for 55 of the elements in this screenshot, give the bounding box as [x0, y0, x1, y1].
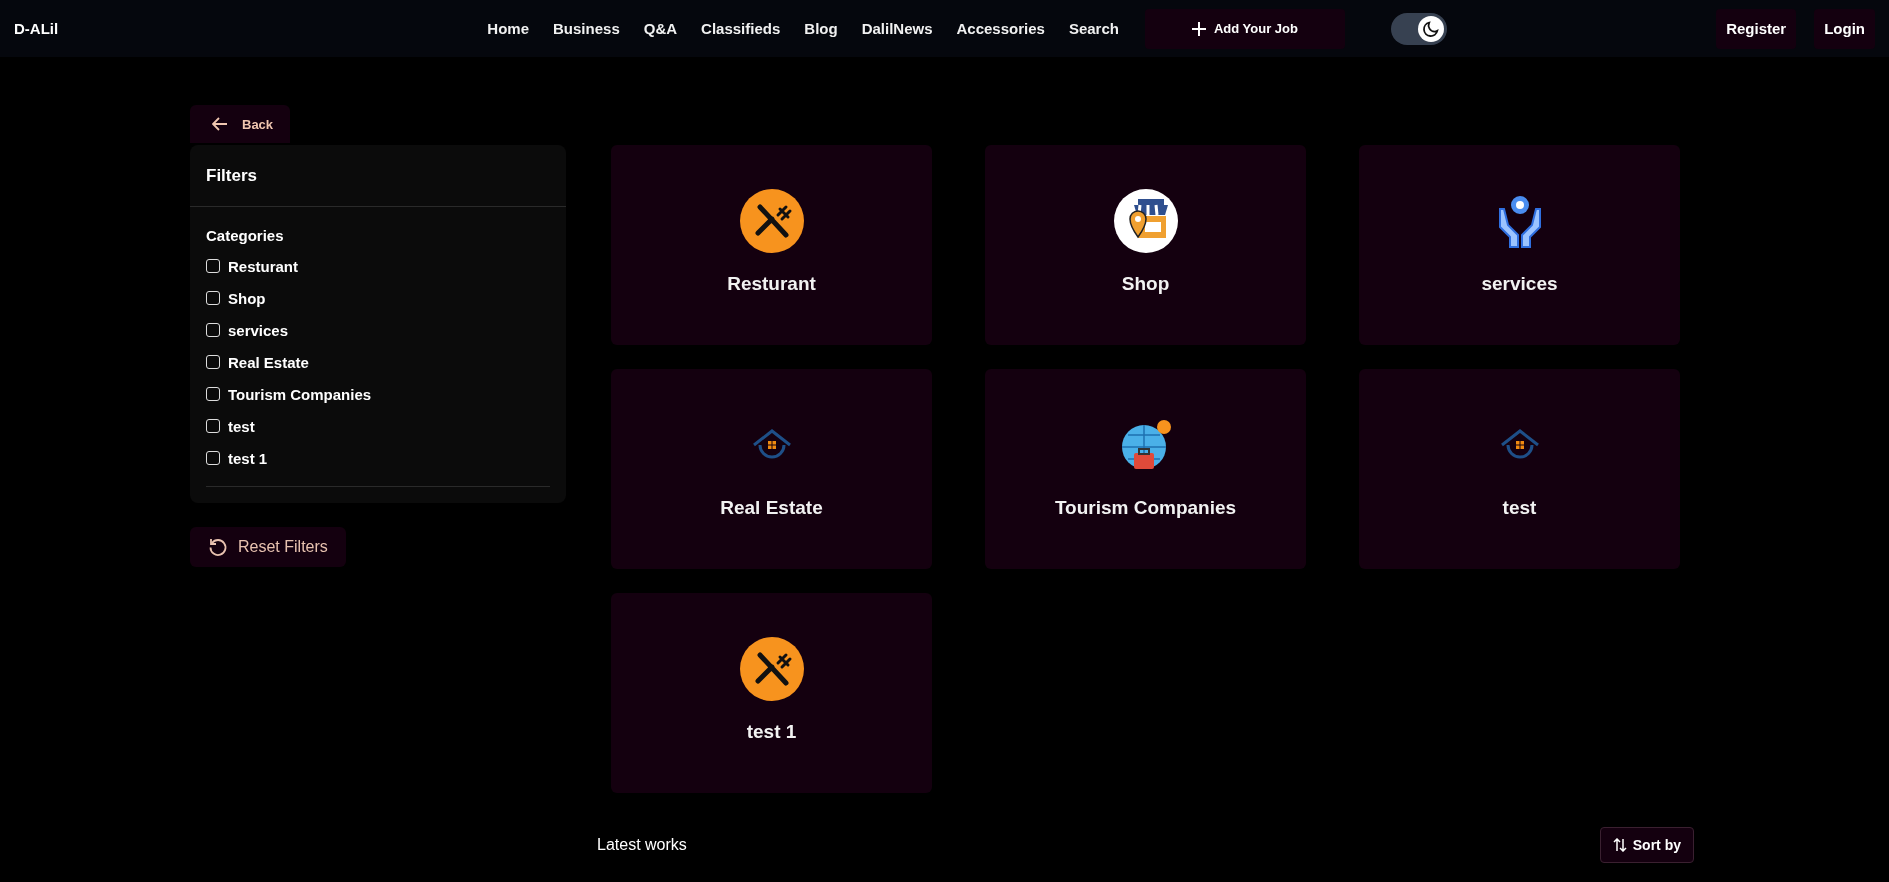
checkbox[interactable] — [206, 419, 220, 433]
reset-filters-button[interactable]: Reset Filters — [190, 527, 346, 567]
nav-link[interactable]: Accessories — [956, 20, 1045, 37]
checkbox[interactable] — [206, 259, 220, 273]
checkbox-label[interactable]: services — [228, 321, 289, 339]
card-label: Real Estate — [720, 497, 823, 519]
auth-button[interactable]: Register — [1716, 8, 1797, 49]
nav-link[interactable]: Classifieds — [701, 20, 781, 37]
checkbox-label[interactable]: Resturant — [228, 257, 298, 275]
site-logo[interactable]: D-ALil — [14, 20, 59, 37]
category-card[interactable]: Tourism Companies — [985, 369, 1306, 569]
theme-toggle[interactable] — [1390, 12, 1447, 45]
sort-button[interactable]: Sort by — [1599, 827, 1694, 863]
category-card[interactable]: Shop — [985, 145, 1306, 345]
checkbox-label[interactable]: Real Estate — [228, 353, 309, 371]
arrow-left-icon — [212, 117, 228, 131]
checkbox[interactable] — [206, 387, 220, 401]
checkbox[interactable] — [206, 451, 220, 465]
nav-link[interactable]: Search — [1068, 20, 1119, 37]
checkbox-label[interactable]: test 1 — [228, 449, 268, 467]
sort-arrows-icon — [1612, 838, 1627, 852]
checkbox-label[interactable]: Shop — [228, 289, 266, 307]
category-card[interactable]: Resturant — [611, 145, 932, 345]
checkbox[interactable] — [206, 355, 220, 369]
nav-link[interactable]: DalilNews — [861, 20, 933, 37]
card-label: services — [1481, 273, 1558, 295]
nav-link[interactable]: Home — [487, 20, 530, 37]
card-label: test 1 — [746, 721, 797, 743]
back-button[interactable]: Back — [190, 105, 290, 143]
card-label: test — [1502, 497, 1537, 519]
section-title: Latest works — [597, 836, 687, 854]
category-icon — [739, 637, 804, 701]
panel-title: Filters — [190, 145, 566, 207]
nav-link[interactable]: Q&A — [643, 20, 678, 37]
category-card[interactable]: services — [1359, 145, 1680, 345]
checkbox[interactable] — [206, 291, 220, 305]
category-icon — [1113, 189, 1178, 253]
nav-link[interactable]: Business — [553, 20, 620, 37]
card-label: Shop — [1121, 273, 1170, 295]
checkbox[interactable] — [206, 323, 220, 337]
checkbox-label[interactable]: test — [228, 417, 255, 435]
reset-icon — [208, 537, 228, 557]
card-label: Tourism Companies — [1054, 497, 1237, 519]
checkbox-label[interactable]: Tourism Companies — [228, 385, 372, 403]
category-icon — [739, 189, 804, 253]
category-card[interactable]: test — [1359, 369, 1680, 569]
nav-link[interactable]: Blog — [804, 20, 838, 37]
card-label: Resturant — [727, 273, 816, 295]
moon-icon — [1421, 19, 1440, 38]
category-card[interactable]: test 1 — [611, 593, 932, 793]
auth-button[interactable]: Login — [1814, 8, 1875, 49]
category-card[interactable]: Real Estate — [611, 369, 932, 569]
add-job-button[interactable]: Add Your Job — [1144, 8, 1345, 49]
plus-icon — [1191, 21, 1206, 36]
section-heading: Categories — [205, 226, 285, 246]
